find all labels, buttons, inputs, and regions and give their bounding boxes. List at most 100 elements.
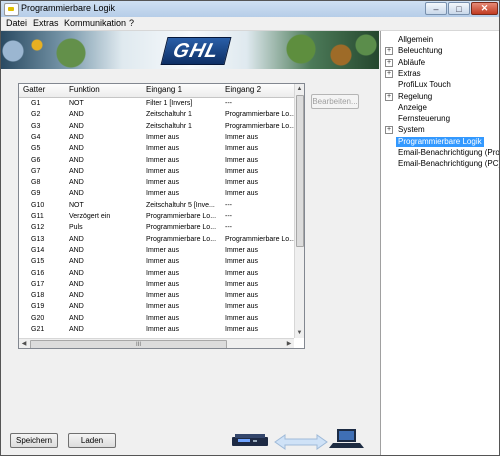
eingang-2-cell: Immer aus [225,314,259,322]
table-row[interactable]: G15 AND Immer aus Immer aus [19,257,294,266]
table-row[interactable]: G21 AND Immer aus Immer aus [19,325,294,334]
eingang-2-cell: Immer aus [225,280,259,288]
transfer-arrow-icon [274,434,328,450]
funktion-cell: AND [69,179,84,187]
table-row[interactable]: G17 AND Immer aus Immer aus [19,280,294,289]
table-row[interactable]: G7 AND Immer aus Immer aus [19,167,294,176]
eingang-1-cell: Immer aus [146,156,180,164]
eingang-1-cell: Programmierbare Lo... [146,213,217,220]
eingang-2-cell: --- [225,100,232,107]
tree-item-label: System [398,125,425,135]
funktion-cell: NOT [69,100,84,107]
table-header: Gatter Funktion Eingang 1 Eingang 2 [19,84,294,98]
scroll-up-arrow-icon[interactable]: ▲ [295,84,304,94]
eingang-1-cell: Immer aus [146,303,180,311]
save-button[interactable]: Speichern [10,433,58,448]
menu-extras[interactable]: Extras [33,18,59,28]
funktion-cell: AND [69,326,84,333]
vertical-scroll-thumb[interactable] [296,95,304,247]
column-header-eingang-2[interactable]: Eingang 2 [225,85,261,94]
table-row[interactable]: G13 AND Programmierbare Lo... Programmierba… [19,235,294,244]
close-button[interactable]: ✕ [471,2,498,15]
tree-item-label: Abläufe [398,57,426,67]
scroll-left-arrow-icon[interactable]: ◀ [19,339,29,348]
navigation-tree: Allgemein + Beleuchtung + Abläufe + Extras Prof… [380,31,500,455]
table-row[interactable]: G18 AND Immer aus Immer aus [19,291,294,300]
menu-kommunikation[interactable]: Kommunikation [64,18,126,28]
expand-icon[interactable]: + [385,126,393,135]
eingang-2-cell: Programmierbare Lo... [225,111,294,119]
tree-item-label: Anzeige [398,102,427,112]
expand-icon[interactable]: + [385,92,393,101]
gatter-cell: G19 [31,303,45,311]
gatter-cell: G5 [31,145,41,153]
eingang-1-cell: Immer aus [146,167,180,175]
minimize-button[interactable]: ‒ [425,2,447,15]
scroll-right-arrow-icon[interactable]: ▶ [284,339,294,348]
gatter-cell: G4 [31,133,41,141]
eingang-2-cell: Immer aus [225,167,259,175]
horizontal-scrollbar[interactable]: ◀ III ▶ [19,338,294,348]
load-button[interactable]: Laden [68,433,116,448]
menu-datei[interactable]: Datei [6,18,27,28]
table-row[interactable]: G11 Verzögert ein Programmierbare Lo... --- [19,212,294,221]
eingang-2-cell: Immer aus [225,258,259,266]
table-row[interactable]: G5 AND Immer aus Immer aus [19,144,294,153]
table-row[interactable]: G16 AND Immer aus Immer aus [19,269,294,278]
tree-item-label: Email-Benachrichtigung (Profil [398,148,500,157]
tree-item-label: ProfiLux Touch [398,80,451,90]
eingang-2-cell: Immer aus [225,292,259,300]
table-row[interactable]: G8 AND Immer aus Immer aus [19,178,294,187]
gatter-cell: G11 [31,213,44,220]
gatter-cell: G14 [31,246,45,254]
menu-help[interactable]: ? [129,18,134,28]
funktion-cell: AND [69,246,84,254]
expand-icon[interactable]: + [385,58,393,67]
gatter-cell: G2 [31,111,41,119]
horizontal-scroll-thumb[interactable]: III [30,340,227,348]
table-row[interactable]: G20 AND Immer aus Immer aus [19,314,294,323]
table-row[interactable]: G12 Puls Programmierbare Lo... --- [19,223,294,232]
eingang-1-cell: Immer aus [146,133,180,141]
eingang-1-cell: Programmierbare Lo... [146,235,217,243]
table-row[interactable]: G19 AND Immer aus Immer aus [19,302,294,311]
window-title: Programmierbare Logik [21,3,116,13]
table-row[interactable]: G14 AND Immer aus Immer aus [19,246,294,255]
gatter-cell: G7 [31,167,41,175]
table-row[interactable]: G1 NOT Filter 1 [Invers] --- [19,99,294,108]
funktion-cell: AND [69,280,84,288]
table-row[interactable]: G9 AND Immer aus Immer aus [19,189,294,198]
table-row[interactable]: G10 NOT Zeitschaltuhr 5 [Inve... --- [19,201,294,210]
maximize-button[interactable]: □ [448,2,470,15]
column-header-eingang-1[interactable]: Eingang 1 [146,85,182,94]
eingang-1-cell: Immer aus [146,246,180,254]
funktion-cell: AND [69,314,84,322]
eingang-1-cell: Zeitschaltuhr 1 [146,122,192,130]
expand-icon[interactable]: + [385,69,393,78]
funktion-cell: Puls [69,224,83,232]
eingang-2-cell: Immer aus [225,269,259,277]
vertical-scrollbar[interactable]: ▲ ▼ [294,84,304,338]
column-header-funktion[interactable]: Funktion [69,85,100,94]
eingang-1-cell: Immer aus [146,179,180,187]
ghl-logo: GHL [160,37,232,65]
gatter-cell: G12 [31,224,45,232]
funktion-cell: AND [69,122,84,130]
eingang-1-cell: Filter 1 [Invers] [146,100,193,107]
eingang-1-cell: Immer aus [146,292,180,300]
table-row[interactable]: G6 AND Immer aus Immer aus [19,156,294,165]
gatter-cell: G13 [31,235,45,243]
column-header-gatter[interactable]: Gatter [23,85,45,94]
table-row[interactable]: G4 AND Immer aus Immer aus [19,133,294,142]
app-icon [4,3,19,16]
table-row[interactable]: G2 AND Zeitschaltuhr 1 Programmierbare Lo..… [19,110,294,119]
expand-icon[interactable]: + [385,47,393,56]
header-banner: GHL [1,31,379,69]
edit-button[interactable]: Bearbeiten... [311,94,359,109]
funktion-cell: NOT [69,201,84,209]
scroll-down-arrow-icon[interactable]: ▼ [295,328,304,338]
app-window: Programmierbare Logik ‒ □ ✕ Datei Extras… [0,0,500,456]
eingang-2-cell: --- [225,213,232,220]
table-row[interactable]: G3 AND Zeitschaltuhr 1 Programmierbare Lo..… [19,122,294,131]
funktion-cell: AND [69,111,84,119]
